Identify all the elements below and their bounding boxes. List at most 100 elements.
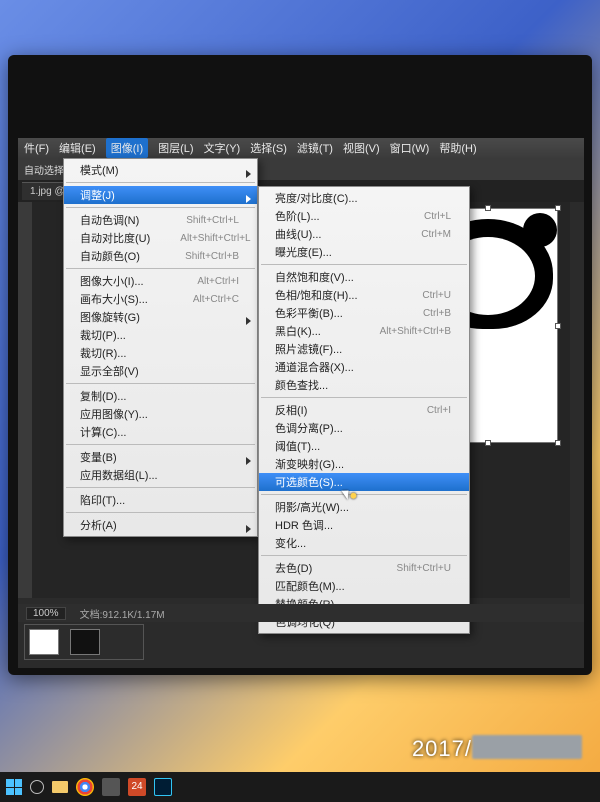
- file-explorer-icon[interactable]: [52, 781, 68, 793]
- menu-file[interactable]: 件(F): [24, 140, 49, 156]
- menu-item-label: 黑白(K)...: [275, 323, 321, 339]
- menu-separator: [66, 268, 255, 269]
- adjustments-menu-item[interactable]: 色阶(L)...Ctrl+L: [259, 207, 469, 225]
- menu-type[interactable]: 文字(Y): [204, 140, 241, 156]
- image-menu-dropdown: 模式(M) 调整(J) 自动色调(N)Shift+Ctrl+L自动对比度(U)Alt…: [63, 158, 258, 537]
- image-menu-item[interactable]: 分析(A): [64, 516, 257, 534]
- menu-separator: [66, 383, 255, 384]
- menu-shortcut: Ctrl+L: [424, 211, 451, 222]
- menu-item-label: 阴影/高光(W)...: [275, 499, 349, 515]
- adjustments-menu-item[interactable]: 曝光度(E)...: [259, 243, 469, 261]
- image-menu-item[interactable]: 陷印(T)...: [64, 491, 257, 509]
- adjustments-menu-item[interactable]: 色彩平衡(B)...Ctrl+B: [259, 304, 469, 322]
- adjustments-menu-item[interactable]: 通道混合器(X)...: [259, 358, 469, 376]
- image-menu-item[interactable]: 自动色调(N)Shift+Ctrl+L: [64, 211, 257, 229]
- image-menu-item[interactable]: 自动颜色(O)Shift+Ctrl+B: [64, 247, 257, 265]
- menu-item-label: 自动颜色(O): [80, 248, 140, 264]
- settings-icon[interactable]: [102, 778, 120, 796]
- image-menu-item[interactable]: 应用数据组(L)...: [64, 466, 257, 484]
- layer-thumb[interactable]: [29, 629, 59, 655]
- start-button[interactable]: [6, 779, 22, 795]
- toolbox[interactable]: [18, 202, 32, 598]
- cortana-icon[interactable]: [30, 780, 44, 794]
- menu-separator: [261, 397, 467, 398]
- image-menu-item[interactable]: 裁切(R)...: [64, 344, 257, 362]
- menu-view[interactable]: 视图(V): [343, 140, 380, 156]
- menu-item-label: 调整(J): [80, 187, 115, 203]
- image-menu-item[interactable]: 应用图像(Y)...: [64, 405, 257, 423]
- menu-edit[interactable]: 编辑(E): [59, 140, 96, 156]
- menu-item-label: 画布大小(S)...: [80, 291, 148, 307]
- menu-select[interactable]: 选择(S): [250, 140, 287, 156]
- image-menu-item[interactable]: 显示全部(V): [64, 362, 257, 380]
- app-window: 件(F) 编辑(E) 图像(I) 图层(L) 文字(Y) 选择(S) 滤镜(T)…: [18, 138, 584, 668]
- menu-item-label: 变化...: [275, 535, 306, 551]
- adjustments-menu-item[interactable]: 颜色查找...: [259, 376, 469, 394]
- status-bar: 100% 文档:912.1K/1.17M: [18, 604, 584, 622]
- layer-thumb[interactable]: [70, 629, 100, 655]
- image-menu-item[interactable]: 自动对比度(U)Alt+Shift+Ctrl+L: [64, 229, 257, 247]
- menu-help[interactable]: 帮助(H): [439, 140, 476, 156]
- menu-shortcut: Shift+Ctrl+L: [186, 215, 239, 226]
- adjustments-menu-item[interactable]: 阈值(T)...: [259, 437, 469, 455]
- menu-item-label: 照片滤镜(F)...: [275, 341, 342, 357]
- menu-image[interactable]: 图像(I): [106, 138, 148, 158]
- image-menu-item[interactable]: 模式(M): [64, 161, 257, 179]
- adjustments-menu-item[interactable]: 亮度/对比度(C)...: [259, 189, 469, 207]
- image-menu-item[interactable]: 调整(J): [64, 186, 257, 204]
- menu-layer[interactable]: 图层(L): [158, 140, 193, 156]
- menu-item-label: 裁切(R)...: [80, 345, 126, 361]
- main-menubar: 件(F) 编辑(E) 图像(I) 图层(L) 文字(Y) 选择(S) 滤镜(T)…: [18, 138, 584, 158]
- image-menu-item[interactable]: 图像旋转(G): [64, 308, 257, 326]
- menu-item-label: 图像大小(I)...: [80, 273, 144, 289]
- adjustments-menu-item[interactable]: 阴影/高光(W)...: [259, 498, 469, 516]
- image-menu-item[interactable]: 图像大小(I)... Alt+Ctrl+I: [64, 272, 257, 290]
- menu-item-label: 变量(B): [80, 449, 117, 465]
- image-menu-item[interactable]: 计算(C)...: [64, 423, 257, 441]
- adjustments-menu-item[interactable]: HDR 色调...: [259, 516, 469, 534]
- adjustments-menu-item[interactable]: 照片滤镜(F)...: [259, 340, 469, 358]
- menu-item-label: 去色(D): [275, 560, 312, 576]
- menu-item-label: 反相(I): [275, 402, 307, 418]
- windows-taskbar: 24: [0, 772, 600, 802]
- menu-item-label: 裁切(P)...: [80, 327, 126, 343]
- photo-timestamp: 2017/: [412, 735, 582, 762]
- menu-item-label: 模式(M): [80, 162, 119, 178]
- adjustments-menu-item[interactable]: 自然饱和度(V)...: [259, 268, 469, 286]
- adjustments-menu-item[interactable]: 可选颜色(S)...: [259, 473, 469, 491]
- adjustments-menu-item[interactable]: 色相/饱和度(H)... Ctrl+U: [259, 286, 469, 304]
- adjustments-menu-item[interactable]: 渐变映射(G)...: [259, 455, 469, 473]
- image-menu-item[interactable]: 画布大小(S)...Alt+Ctrl+C: [64, 290, 257, 308]
- chrome-icon[interactable]: [76, 778, 94, 796]
- photoshop-icon[interactable]: [154, 778, 172, 796]
- menu-shortcut: Alt+Ctrl+I: [197, 276, 239, 287]
- menu-item-label: 可选颜色(S)...: [275, 474, 343, 490]
- menu-shortcut: Shift+Ctrl+U: [397, 563, 451, 574]
- adjustments-menu-item[interactable]: 匹配颜色(M)...: [259, 577, 469, 595]
- app-icon[interactable]: 24: [128, 778, 146, 796]
- menu-item-label: 应用图像(Y)...: [80, 406, 148, 422]
- menu-separator: [261, 264, 467, 265]
- menu-item-label: 自然饱和度(V)...: [275, 269, 354, 285]
- menu-item-label: 色相/饱和度(H)...: [275, 287, 358, 303]
- layers-panel[interactable]: [24, 624, 144, 660]
- menu-item-label: HDR 色调...: [275, 517, 333, 533]
- menu-shortcut: Alt+Shift+Ctrl+B: [380, 326, 451, 337]
- adjustments-menu-item[interactable]: 色调分离(P)...: [259, 419, 469, 437]
- image-menu-item[interactable]: 变量(B): [64, 448, 257, 466]
- tool-label: 自动选择:: [24, 162, 67, 177]
- menu-window[interactable]: 窗口(W): [390, 140, 430, 156]
- adjustments-menu-item[interactable]: 反相(I)Ctrl+I: [259, 401, 469, 419]
- menu-item-label: 复制(D)...: [80, 388, 126, 404]
- image-menu-item[interactable]: 复制(D)...: [64, 387, 257, 405]
- zoom-level[interactable]: 100%: [26, 607, 66, 620]
- adjustments-menu-item[interactable]: 黑白(K)... Alt+Shift+Ctrl+B: [259, 322, 469, 340]
- menu-filter[interactable]: 滤镜(T): [297, 140, 333, 156]
- menu-shortcut: Ctrl+U: [422, 290, 451, 301]
- adjustments-menu-item[interactable]: 曲线(U)...Ctrl+M: [259, 225, 469, 243]
- adjustments-menu-item[interactable]: 去色(D) Shift+Ctrl+U: [259, 559, 469, 577]
- image-menu-item[interactable]: 裁切(P)...: [64, 326, 257, 344]
- menu-item-label: 通道混合器(X)...: [275, 359, 354, 375]
- adjustments-menu-item[interactable]: 变化...: [259, 534, 469, 552]
- menu-shortcut: Alt+Shift+Ctrl+L: [180, 233, 250, 244]
